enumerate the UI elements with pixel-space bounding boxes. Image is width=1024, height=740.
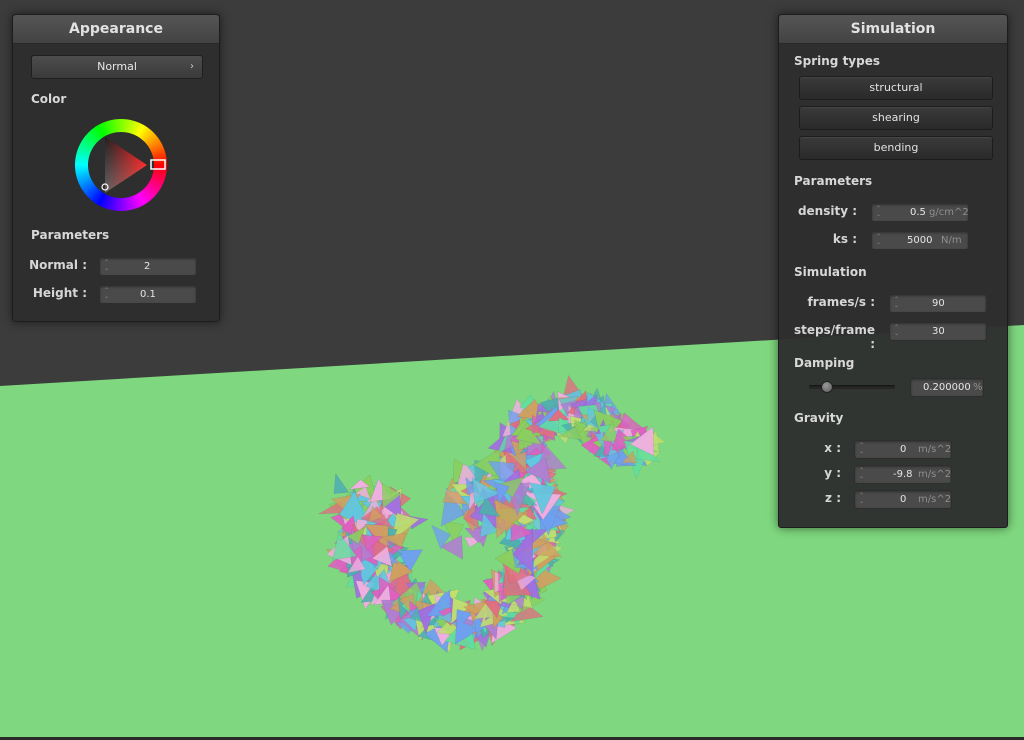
stepper-icon[interactable]: ⌃ ⌄ bbox=[103, 260, 110, 273]
color-wheel[interactable] bbox=[71, 115, 171, 215]
height-value: 0.1 bbox=[140, 289, 156, 300]
shader-dropdown-label: Normal bbox=[97, 60, 137, 73]
damping-value: 0.200000 bbox=[923, 382, 971, 393]
damping-unit: % bbox=[973, 382, 983, 393]
steps-input[interactable]: ⌃ ⌄ 30 bbox=[889, 322, 987, 341]
gravity-z-label: z : bbox=[825, 491, 841, 505]
structural-button[interactable]: structural bbox=[799, 76, 993, 100]
sim-parameters-label: Parameters bbox=[794, 174, 873, 188]
ks-label: ks : bbox=[832, 232, 857, 246]
stepper-icon[interactable]: ⌃ ⌄ bbox=[858, 468, 865, 481]
normal-label: Normal : bbox=[29, 258, 87, 272]
height-input[interactable]: ⌃ ⌄ 0.1 bbox=[99, 285, 197, 304]
normal-input[interactable]: ⌃ ⌄ 2 bbox=[99, 257, 197, 276]
gravity-y-label: y : bbox=[824, 466, 841, 480]
sim-simulation-label: Simulation bbox=[794, 265, 867, 279]
bending-button[interactable]: bending bbox=[799, 136, 993, 160]
density-label: density : bbox=[797, 204, 857, 218]
gravity-z-input[interactable]: ⌃ ⌄ 0 m/s^2 bbox=[854, 490, 952, 509]
gravity-x-label: x : bbox=[824, 441, 841, 455]
steps-label: steps/frame : bbox=[793, 323, 875, 351]
stepper-icon[interactable]: ⌃ ⌄ bbox=[875, 234, 882, 247]
gravity-y-input[interactable]: ⌃ ⌄ -9.8 m/s^2 bbox=[854, 465, 952, 484]
gravity-z-value: 0 bbox=[900, 494, 907, 505]
ks-unit: N/m bbox=[941, 235, 962, 246]
appearance-parameters-label: Parameters bbox=[31, 228, 110, 242]
gravity-x-unit: m/s^2 bbox=[918, 444, 952, 455]
damping-slider-knob[interactable] bbox=[821, 381, 834, 393]
height-label: Height : bbox=[32, 286, 87, 300]
density-value: 0.5 bbox=[910, 207, 926, 218]
ks-input[interactable]: ⌃ ⌄ 5000 N/m bbox=[871, 231, 969, 250]
density-input[interactable]: ⌃ ⌄ 0.5 g/cm^2 bbox=[871, 203, 969, 222]
stepper-icon[interactable]: ⌃ ⌄ bbox=[875, 206, 882, 219]
gravity-x-value: 0 bbox=[900, 444, 907, 455]
stepper-icon[interactable]: ⌃ ⌄ bbox=[858, 443, 865, 456]
gravity-z-unit: m/s^2 bbox=[918, 494, 952, 505]
fps-input[interactable]: ⌃ ⌄ 90 bbox=[889, 294, 987, 313]
gravity-x-input[interactable]: ⌃ ⌄ 0 m/s^2 bbox=[854, 440, 952, 459]
appearance-panel: Appearance Normal › Color Parameters Nor… bbox=[12, 14, 220, 322]
spring-types-label: Spring types bbox=[794, 54, 881, 68]
simulation-panel-title[interactable]: Simulation bbox=[779, 15, 1007, 44]
steps-value: 30 bbox=[932, 326, 945, 337]
normal-value: 2 bbox=[144, 261, 151, 272]
appearance-panel-title[interactable]: Appearance bbox=[13, 15, 219, 44]
fps-label: frames/s : bbox=[807, 295, 875, 309]
stepper-icon[interactable]: ⌃ ⌄ bbox=[893, 325, 900, 338]
ks-value: 5000 bbox=[907, 235, 933, 246]
simulation-panel: Simulation Spring types structural shear… bbox=[778, 14, 1008, 528]
shader-dropdown[interactable]: Normal › bbox=[31, 55, 203, 79]
damping-label: Damping bbox=[794, 356, 855, 370]
color-section-label: Color bbox=[31, 92, 67, 106]
density-unit: g/cm^2 bbox=[929, 207, 969, 218]
fps-value: 90 bbox=[932, 298, 945, 309]
chevron-right-icon: › bbox=[190, 61, 194, 72]
damping-input[interactable]: 0.200000 % bbox=[910, 378, 984, 397]
shearing-button[interactable]: shearing bbox=[799, 106, 993, 130]
triangle-shading bbox=[105, 137, 147, 193]
gravity-y-value: -9.8 bbox=[893, 469, 913, 480]
stepper-icon[interactable]: ⌃ ⌄ bbox=[103, 288, 110, 301]
stepper-icon[interactable]: ⌃ ⌄ bbox=[858, 493, 865, 506]
gravity-y-unit: m/s^2 bbox=[918, 469, 952, 480]
gravity-label: Gravity bbox=[794, 411, 844, 425]
stepper-icon[interactable]: ⌃ ⌄ bbox=[893, 297, 900, 310]
